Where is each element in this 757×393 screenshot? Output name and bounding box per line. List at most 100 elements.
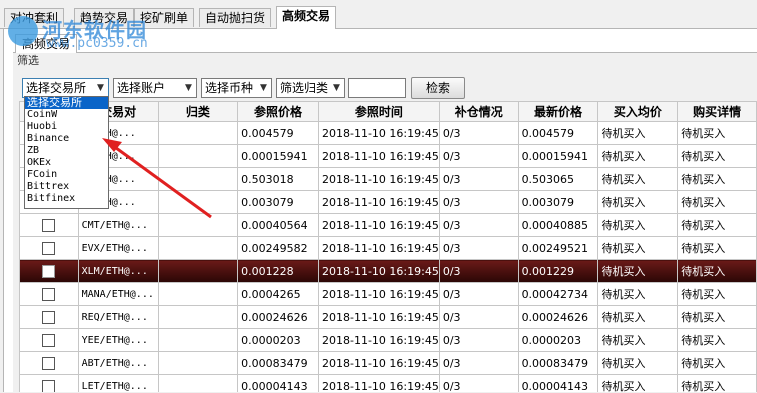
avg-buy-cell: 待机买入 xyxy=(597,282,679,306)
col-header-ref-time[interactable]: 参照时间 xyxy=(318,101,440,122)
pair-cell: EVX/ETH@... xyxy=(77,236,159,260)
avg-buy-cell: 待机买入 xyxy=(597,305,679,329)
pair-cell: XLM/ETH@... xyxy=(77,259,159,283)
table-row[interactable]: CMT/ETH@... 0.00040564 2018-11-10 16:19:45… xyxy=(19,213,757,237)
table-row[interactable]: …/ETH@...0.000159412018-11-10 16:19:450/… xyxy=(19,144,757,168)
col-header-buy-detail[interactable]: 购买详情 xyxy=(677,101,757,122)
avg-buy-cell: 待机买入 xyxy=(597,190,679,214)
col-header-latest-price[interactable]: 最新价格 xyxy=(517,101,599,122)
fill-status-cell: 0/3 xyxy=(438,213,519,237)
inner-filter-label: 筛选 xyxy=(17,54,39,67)
category-cell xyxy=(157,259,239,283)
exchange-option[interactable]: ZB xyxy=(25,145,108,157)
category-cell xyxy=(157,374,239,392)
table-row[interactable]: MANA/ETH@... 0.0004265 2018-11-10 16:19:45… xyxy=(19,282,757,306)
ref-price-cell: 0.00249582 xyxy=(237,236,319,260)
select-cell xyxy=(19,236,79,260)
chevron-down-icon[interactable]: ▼ xyxy=(256,79,271,97)
exchange-option[interactable]: 选择交易所 xyxy=(25,97,108,109)
fill-status-cell: 0/3 xyxy=(438,328,519,352)
row-checkbox[interactable] xyxy=(42,310,56,324)
category-cell xyxy=(157,213,239,237)
select-cell xyxy=(19,374,79,392)
main-tab-bar: 对冲套利 趋势交易 挖矿刷单 自动抛扫货 高频交易 xyxy=(0,0,757,29)
fill-status-cell: 0/3 xyxy=(438,374,519,392)
ref-price-cell: 0.00004143 xyxy=(237,374,319,392)
exchange-option[interactable]: OKEx xyxy=(25,157,108,169)
fill-status-cell: 0/3 xyxy=(438,236,519,260)
inner-tab-high-frequency[interactable]: 高频交易 xyxy=(15,34,78,53)
col-header-ref-price[interactable]: 参照价格 xyxy=(237,101,319,122)
tab-auto-sweep[interactable]: 自动抛扫货 xyxy=(199,8,272,27)
exchange-option[interactable]: Bittrex xyxy=(25,181,108,193)
exchange-option[interactable]: Bitfinex xyxy=(25,193,108,205)
coin-select[interactable]: 选择币种 ▼ xyxy=(201,78,272,98)
ref-price-cell: 0.0000203 xyxy=(237,328,319,352)
row-checkbox[interactable] xyxy=(42,379,56,392)
table-row[interactable]: YEE/ETH@... 0.0000203 2018-11-10 16:19:45 0… xyxy=(19,328,757,352)
buy-detail-cell: 待机买入 xyxy=(677,351,757,375)
row-checkbox[interactable] xyxy=(42,287,56,301)
buy-detail-cell: 待机买入 xyxy=(677,236,757,260)
buy-detail-cell: 待机买入 xyxy=(677,121,757,145)
table-row[interactable]: LET/ETH@... 0.00004143 2018-11-10 16:19:45… xyxy=(19,374,757,392)
col-header-avg-buy[interactable]: 买入均价 xyxy=(597,101,679,122)
pair-cell: YEE/ETH@... xyxy=(77,328,159,352)
table-row[interactable]: …/ETH@...0.0045792018-11-10 16:19:450/30… xyxy=(19,121,757,145)
tab-trend-trading[interactable]: 趋势交易 xyxy=(74,8,135,27)
row-checkbox[interactable] xyxy=(42,264,56,278)
exchange-option[interactable]: Binance xyxy=(25,133,108,145)
select-cell xyxy=(19,328,79,352)
chevron-down-icon[interactable]: ▼ xyxy=(181,79,196,97)
orders-table: 交易对 归类 参照价格 参照时间 补仓情况 最新价格 买入均价 购买详情 …/E… xyxy=(19,101,757,392)
fill-status-cell: 0/3 xyxy=(438,351,519,375)
ref-price-cell: 0.001228 xyxy=(237,259,319,283)
ref-price-cell: 0.00015941 xyxy=(237,144,319,168)
table-row[interactable]: ABT/ETH@... 0.00083479 2018-11-10 16:19:45… xyxy=(19,351,757,375)
exchange-select[interactable]: 选择交易所 ▼ xyxy=(22,78,109,98)
account-select[interactable]: 选择账户 ▼ xyxy=(113,78,197,98)
avg-buy-cell: 待机买入 xyxy=(597,144,679,168)
row-checkbox[interactable] xyxy=(42,356,56,370)
ref-time-cell: 2018-11-10 16:19:45 xyxy=(318,282,440,306)
table-row[interactable]: XLM/ETH@... 0.001228 2018-11-10 16:19:45 0/… xyxy=(19,259,757,283)
exchange-option[interactable]: Huobi xyxy=(25,121,108,133)
avg-buy-cell: 待机买入 xyxy=(597,351,679,375)
table-row[interactable]: EVX/ETH@... 0.00249582 2018-11-10 16:19:45… xyxy=(19,236,757,260)
category-cell xyxy=(157,328,239,352)
ref-time-cell: 2018-11-10 16:19:45 xyxy=(318,190,440,214)
pair-cell: MANA/ETH@... xyxy=(77,282,159,306)
table-row[interactable]: …/ETH@...0.5030182018-11-10 16:19:450/30… xyxy=(19,167,757,191)
category-filter-value: 筛选归类 xyxy=(280,81,329,95)
latest-price-cell: 0.00042734 xyxy=(517,282,599,306)
tab-hedge-arbitrage[interactable]: 对冲套利 xyxy=(4,8,65,27)
row-checkbox[interactable] xyxy=(42,218,56,232)
tab-high-frequency[interactable]: 高频交易 xyxy=(276,6,337,29)
ref-price-cell: 0.503018 xyxy=(237,167,319,191)
buy-detail-cell: 待机买入 xyxy=(677,213,757,237)
exchange-option[interactable]: FCoin xyxy=(25,169,108,181)
col-header-category[interactable]: 归类 xyxy=(157,101,239,122)
ref-price-cell: 0.003079 xyxy=(237,190,319,214)
table-header-row: 交易对 归类 参照价格 参照时间 补仓情况 最新价格 买入均价 购买详情 xyxy=(19,101,757,122)
chevron-down-icon[interactable]: ▼ xyxy=(93,79,108,97)
row-checkbox[interactable] xyxy=(42,333,56,347)
fill-status-cell: 0/3 xyxy=(438,144,519,168)
col-header-fill-status[interactable]: 补仓情况 xyxy=(438,101,519,122)
avg-buy-cell: 待机买入 xyxy=(597,328,679,352)
exchange-option[interactable]: CoinW xyxy=(25,109,108,121)
row-checkbox[interactable] xyxy=(42,241,56,255)
ref-price-cell: 0.00040564 xyxy=(237,213,319,237)
category-filter-select[interactable]: 筛选归类 ▼ xyxy=(276,78,345,98)
table-row[interactable]: REQ/ETH@... 0.00024626 2018-11-10 16:19:45… xyxy=(19,305,757,329)
chevron-down-icon[interactable]: ▼ xyxy=(329,79,344,97)
search-input[interactable] xyxy=(348,78,406,98)
latest-price-cell: 0.004579 xyxy=(517,121,599,145)
search-button[interactable]: 检索 xyxy=(411,77,465,99)
avg-buy-cell: 待机买入 xyxy=(597,213,679,237)
table-row[interactable]: …/ETH@...0.0030792018-11-10 16:19:450/30… xyxy=(19,190,757,214)
tab-mining-orders[interactable]: 挖矿刷单 xyxy=(134,8,195,27)
buy-detail-cell: 待机买入 xyxy=(677,167,757,191)
category-cell xyxy=(157,351,239,375)
ref-time-cell: 2018-11-10 16:19:45 xyxy=(318,328,440,352)
